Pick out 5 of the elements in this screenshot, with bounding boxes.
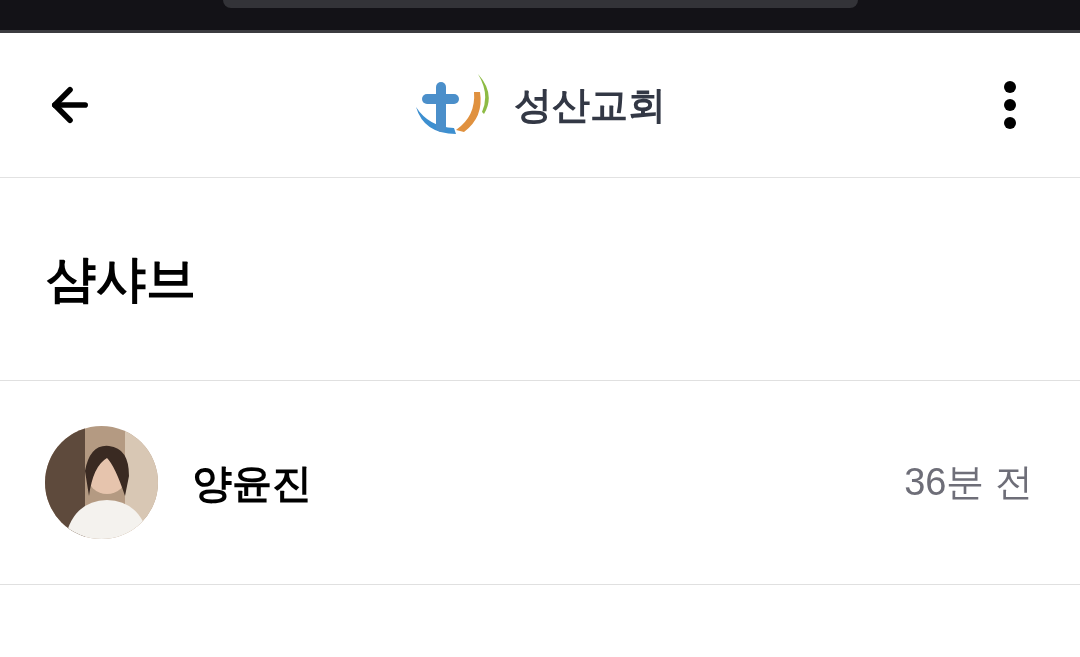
more-options-icon — [1004, 81, 1016, 129]
post-title: 샴샤브 — [46, 249, 196, 309]
author-name: 양윤진 — [192, 459, 312, 507]
post-time: 36분 전 — [904, 460, 1033, 505]
church-name: 성산교회 — [514, 82, 666, 128]
